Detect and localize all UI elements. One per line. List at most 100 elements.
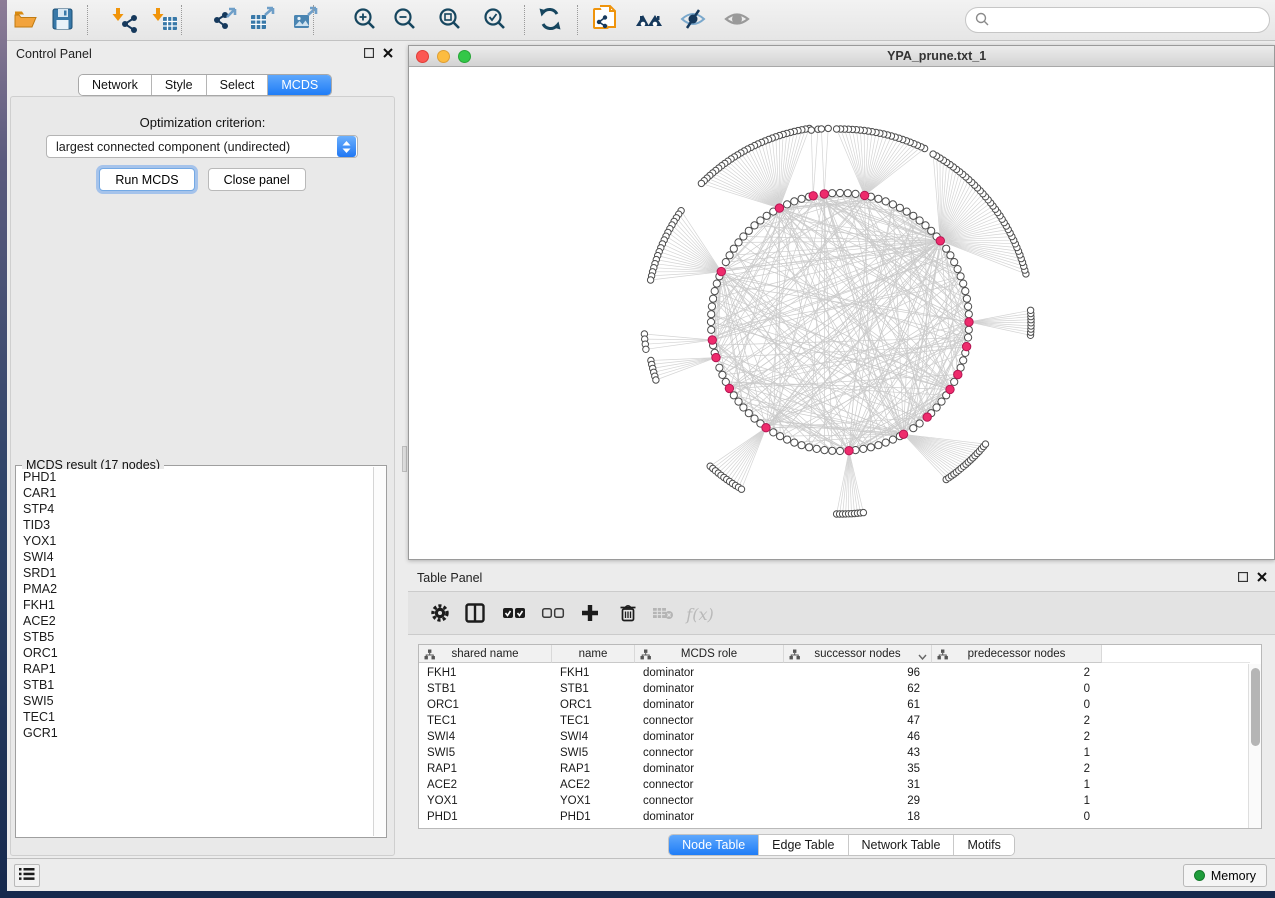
mcds-result-item[interactable]: FKH1: [17, 597, 373, 613]
table-row[interactable]: ORC1ORC1dominator610: [419, 697, 1248, 713]
column-header-MCDS-role[interactable]: MCDS role: [635, 645, 784, 663]
zoom-fit-button[interactable]: [433, 3, 467, 37]
first-neighbors-button[interactable]: [633, 3, 667, 37]
column-header-name[interactable]: name: [552, 645, 635, 663]
tab-node-table[interactable]: Node Table: [669, 835, 759, 855]
mcds-result-item[interactable]: CAR1: [17, 485, 373, 501]
hide-selected-icon: [679, 6, 707, 35]
mcds-result-item[interactable]: RAP1: [17, 661, 373, 677]
control-panel: Control Panel NetworkStyleSelectMCDS Opt…: [7, 41, 401, 858]
memory-button[interactable]: Memory: [1183, 864, 1267, 887]
optimization-select[interactable]: largest connected component (undirected): [46, 135, 358, 158]
import-table-button[interactable]: [148, 3, 182, 37]
maximize-window-icon[interactable]: [458, 50, 471, 63]
table-cell: dominator: [635, 681, 784, 697]
mcds-result-list: PHD1CAR1STP4TID3YOX1SWI4SRD1PMA2FKH1ACE2…: [17, 469, 373, 836]
table-row[interactable]: TEC1TEC1connector472: [419, 713, 1248, 729]
mcds-result-item[interactable]: PMA2: [17, 581, 373, 597]
table-toolbar: f(x): [408, 591, 1275, 635]
table-cell: 1: [932, 745, 1102, 761]
column-header-shared-name[interactable]: shared name: [419, 645, 552, 663]
memory-label: Memory: [1211, 869, 1256, 883]
status-menu-button[interactable]: [14, 864, 40, 887]
tab-network[interactable]: Network: [79, 75, 152, 95]
column-header-successor-nodes[interactable]: successor nodes: [784, 645, 932, 663]
save-session-button[interactable]: [45, 3, 79, 37]
apply-layout-button[interactable]: [533, 3, 567, 37]
sort-chevron-icon: [918, 651, 927, 663]
table-row[interactable]: STB1STB1dominator620: [419, 681, 1248, 697]
table-scrollbar-thumb[interactable]: [1251, 668, 1260, 746]
import-network-button[interactable]: [108, 3, 142, 37]
open-file-button[interactable]: [8, 3, 42, 37]
export-image-icon: [291, 5, 319, 36]
export-network-button[interactable]: [208, 3, 242, 37]
table-row[interactable]: SWI4SWI4dominator462: [419, 729, 1248, 745]
export-table-button[interactable]: [245, 3, 279, 37]
close-panel-icon[interactable]: [1257, 571, 1267, 585]
table-row[interactable]: PHD1PHD1dominator180: [419, 809, 1248, 825]
close-window-icon[interactable]: [416, 50, 429, 63]
zoom-in-button[interactable]: [348, 3, 382, 37]
deselect-all-button[interactable]: [539, 600, 567, 628]
table-cell: ORC1: [552, 697, 635, 713]
mcds-panel: Optimization criterion: largest connecte…: [10, 96, 395, 856]
show-all-button[interactable]: [720, 3, 754, 37]
network-canvas[interactable]: [409, 67, 1274, 559]
table-cell: connector: [635, 793, 784, 809]
mcds-result-item[interactable]: ACE2: [17, 613, 373, 629]
mcds-result-item[interactable]: STP4: [17, 501, 373, 517]
tab-edge-table[interactable]: Edge Table: [759, 835, 848, 855]
mcds-list-scrollbar[interactable]: [373, 467, 386, 836]
mcds-result-item[interactable]: GCR1: [17, 725, 373, 741]
tab-select[interactable]: Select: [207, 75, 269, 95]
tab-style[interactable]: Style: [152, 75, 207, 95]
export-image-button[interactable]: [288, 3, 322, 37]
mcds-result-item[interactable]: TID3: [17, 517, 373, 533]
mcds-result-item[interactable]: ORC1: [17, 645, 373, 661]
tab-motifs[interactable]: Motifs: [954, 835, 1013, 855]
add-column-button[interactable]: [576, 600, 604, 628]
mcds-result-item[interactable]: STB1: [17, 677, 373, 693]
mcds-result-item[interactable]: SRD1: [17, 565, 373, 581]
column-header-predecessor-nodes[interactable]: predecessor nodes: [932, 645, 1102, 663]
tab-network-table[interactable]: Network Table: [849, 835, 955, 855]
panel-divider[interactable]: [401, 41, 408, 858]
open-folder-icon: [11, 6, 39, 35]
mcds-result-item[interactable]: STB5: [17, 629, 373, 645]
float-panel-icon[interactable]: [364, 47, 374, 61]
zoom-fit-icon: [437, 6, 463, 35]
mcds-result-item[interactable]: TEC1: [17, 709, 373, 725]
show-columns-button[interactable]: [461, 600, 489, 628]
table-row[interactable]: YOX1YOX1connector291: [419, 793, 1248, 809]
table-scrollbar[interactable]: [1248, 664, 1261, 828]
new-network-from-selection-icon: [591, 4, 619, 37]
zoom-out-button[interactable]: [388, 3, 422, 37]
table-panel-header: Table Panel: [408, 565, 1275, 591]
mcds-result-item[interactable]: PHD1: [17, 469, 373, 485]
minimize-window-icon[interactable]: [437, 50, 450, 63]
table-cell: SWI4: [419, 729, 552, 745]
close-panel-icon[interactable]: [383, 47, 393, 61]
mcds-result-item[interactable]: SWI4: [17, 549, 373, 565]
delete-column-button[interactable]: [614, 600, 642, 628]
mcds-result-item[interactable]: SWI5: [17, 693, 373, 709]
float-panel-icon[interactable]: [1238, 571, 1248, 585]
hide-selected-button[interactable]: [676, 3, 710, 37]
close-panel-button[interactable]: Close panel: [208, 168, 306, 191]
table-row[interactable]: SWI5SWI5connector431: [419, 745, 1248, 761]
table-cell: dominator: [635, 729, 784, 745]
select-all-button[interactable]: [500, 600, 528, 628]
new-network-from-selection-button[interactable]: [588, 3, 622, 37]
search-input[interactable]: [995, 13, 1269, 27]
mcds-result-item[interactable]: YOX1: [17, 533, 373, 549]
network-window-titlebar[interactable]: YPA_prune.txt_1: [409, 46, 1274, 67]
divider-handle[interactable]: [402, 446, 407, 472]
zoom-selected-button[interactable]: [478, 3, 512, 37]
run-mcds-button[interactable]: Run MCDS: [99, 168, 194, 191]
table-settings-button[interactable]: [426, 600, 454, 628]
table-row[interactable]: ACE2ACE2connector311: [419, 777, 1248, 793]
tab-mcds[interactable]: MCDS: [268, 75, 331, 95]
table-row[interactable]: FKH1FKH1dominator962: [419, 665, 1248, 681]
table-row[interactable]: RAP1RAP1dominator352: [419, 761, 1248, 777]
